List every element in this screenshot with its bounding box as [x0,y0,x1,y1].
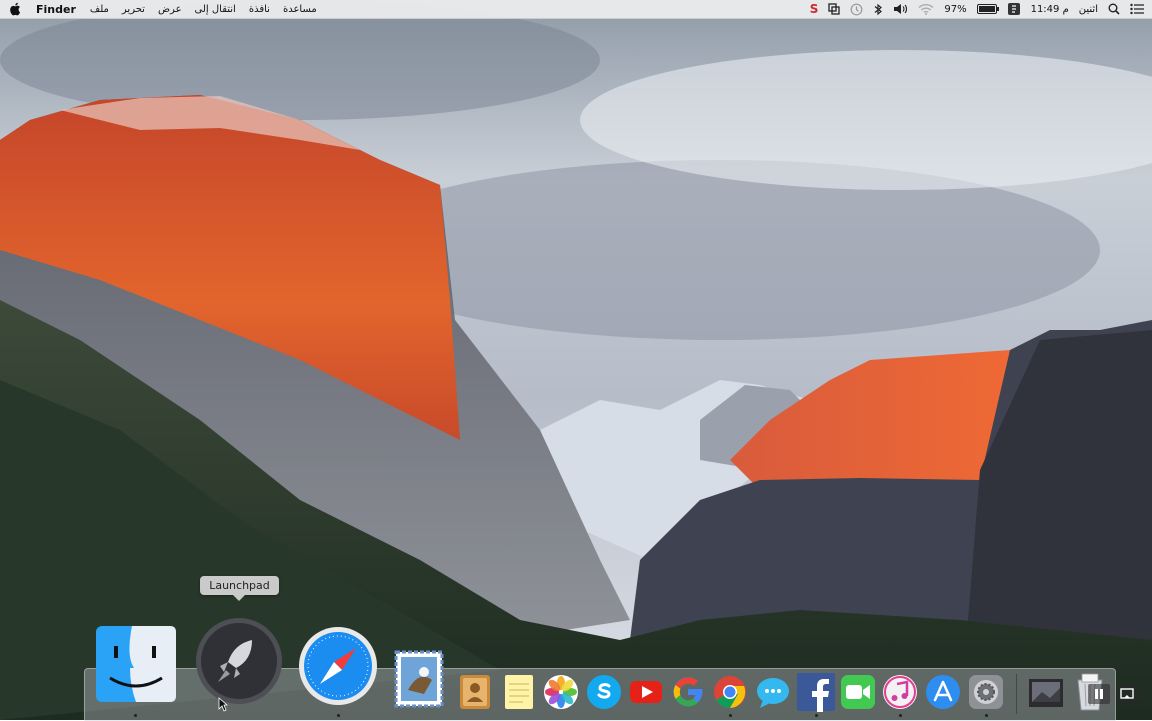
dock-itunes-icon[interactable] [882,674,918,710]
screen-icon[interactable] [1116,684,1138,704]
dock-system-preferences-icon[interactable] [968,674,1004,710]
dock-youtube-icon[interactable] [628,674,664,710]
battery-icon[interactable] [976,2,999,16]
chrome-running-indicator [729,714,732,717]
itunes-running-indicator [899,714,902,717]
dock-photos-icon[interactable] [543,674,579,710]
menu-view[interactable]: عرض [158,4,182,15]
battery-percent: 97% [944,3,967,15]
dock-facebook-icon[interactable] [796,672,836,712]
menu-go[interactable]: انتقال إلى [195,4,236,15]
s-badge-icon[interactable]: S [810,2,819,16]
dock-app-store-icon[interactable] [925,674,961,710]
menu-edit[interactable]: تحرير [122,4,145,15]
bluetooth-icon[interactable] [873,2,883,16]
dock-safari-icon[interactable] [298,626,378,706]
time-machine-icon[interactable] [850,2,863,16]
dock-separator [1016,674,1017,714]
menu-help[interactable]: مساعدة [283,4,317,15]
dock-messages-icon[interactable] [755,676,791,710]
app-name-menu[interactable]: Finder [36,3,76,16]
menu-day[interactable]: اثنين [1079,4,1098,15]
dock-launchpad-icon[interactable] [194,616,284,706]
dock-photo-browser-icon[interactable] [1028,676,1064,710]
menu-bar: Finder ملف تحرير عرض انتقال إلى نافذة مس… [0,0,1152,19]
system-preferences-running-indicator [985,714,988,717]
desktop-wallpaper [0,0,1152,720]
dock-notes-icon[interactable] [502,674,536,710]
facebook-running-indicator [815,714,818,717]
dock-contacts-icon[interactable] [458,674,492,710]
menu-clock[interactable]: 11:49 م [1031,4,1069,15]
dock-skype-icon[interactable] [586,674,622,710]
mouse-cursor-icon [218,697,229,716]
safari-running-indicator [337,714,340,717]
user-icon[interactable] [1007,2,1021,16]
apple-menu-icon[interactable] [10,2,22,16]
list-icon[interactable] [1130,2,1144,16]
search-icon[interactable] [1108,2,1120,16]
finder-running-indicator [134,714,137,717]
menu-file[interactable]: ملف [90,4,109,15]
window-copy-icon[interactable] [828,2,840,16]
dock-finder-icon[interactable] [96,626,176,702]
menu-window[interactable]: نافذة [249,4,270,15]
wifi-icon[interactable] [918,2,934,16]
dock-facetime-icon[interactable] [840,674,876,710]
dock-chrome-icon[interactable] [712,674,748,710]
dock-mail-icon[interactable] [394,650,444,708]
volume-icon[interactable] [893,2,908,16]
dock-google-icon[interactable] [670,674,706,710]
pause-icon[interactable] [1088,684,1110,704]
launchpad-tooltip: Launchpad [200,576,279,601]
